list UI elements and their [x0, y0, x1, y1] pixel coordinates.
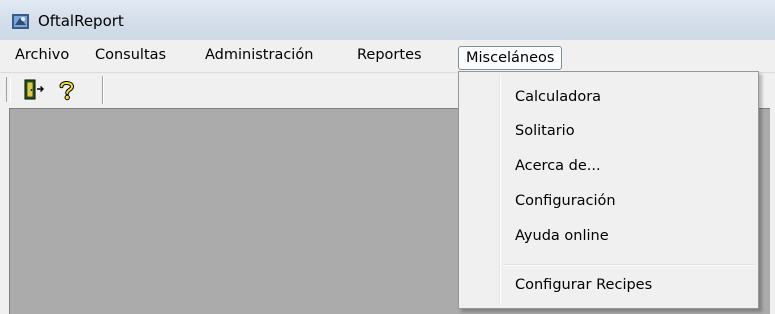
- menu-reportes[interactable]: Reportes: [357, 47, 422, 63]
- app-window: OftalReport Archivo Consultas Administra…: [0, 0, 775, 314]
- menu-item-acerca-de[interactable]: Acerca de...: [515, 158, 601, 174]
- exit-door-icon[interactable]: [22, 78, 46, 102]
- menu-item-ayuda-online[interactable]: Ayuda online: [515, 228, 609, 244]
- window-title: OftalReport: [38, 12, 124, 30]
- toolbar-grip[interactable]: [6, 77, 11, 102]
- menu-miscelaneos[interactable]: Misceláneos: [458, 46, 563, 70]
- title-bar[interactable]: OftalReport: [0, 0, 775, 40]
- app-icon: [12, 13, 29, 30]
- menu-bar: Archivo Consultas Administración Reporte…: [0, 40, 775, 73]
- menu-archivo[interactable]: Archivo: [15, 47, 69, 63]
- menu-item-configurar-recipes[interactable]: Configurar Recipes: [515, 277, 652, 293]
- menu-icon-gutter: [499, 74, 501, 304]
- menu-separator: [503, 264, 755, 266]
- toolbar-separator: [102, 76, 104, 104]
- menu-item-solitario[interactable]: Solitario: [515, 123, 575, 139]
- menu-administracion[interactable]: Administración: [205, 47, 313, 63]
- menu-item-calculadora[interactable]: Calculadora: [515, 89, 601, 105]
- miscelaneos-dropdown: Calculadora Solitario Acerca de... Confi…: [458, 71, 759, 309]
- menu-consultas[interactable]: Consultas: [95, 47, 166, 63]
- help-icon[interactable]: [55, 78, 79, 102]
- menu-item-configuracion[interactable]: Configuración: [515, 193, 616, 209]
